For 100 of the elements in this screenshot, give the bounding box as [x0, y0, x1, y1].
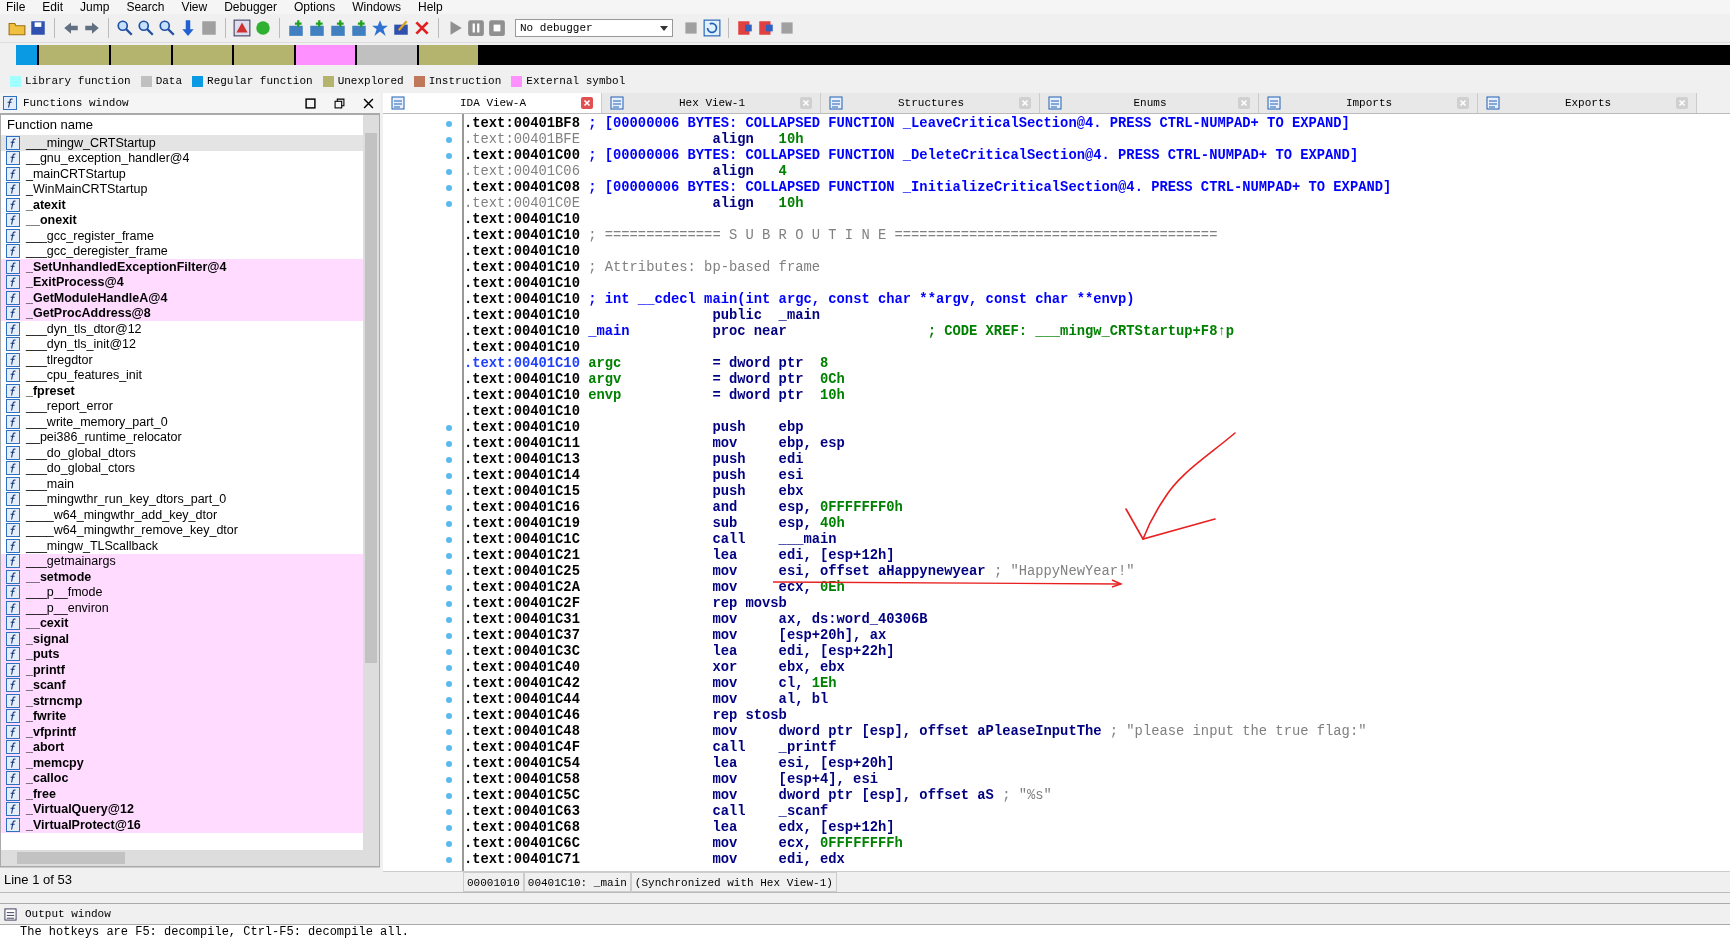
stop-icon[interactable] [488, 19, 506, 37]
function-icon [6, 740, 20, 755]
view-tab[interactable]: Hex View-1 [602, 93, 821, 113]
function-row[interactable]: _free [1, 786, 363, 802]
mnemonic-text: push [712, 484, 747, 500]
function-icon [6, 662, 20, 677]
operand-text: al, bl [778, 692, 829, 708]
function-row[interactable]: ___tlregdtor [1, 352, 363, 368]
function-row[interactable]: ___dyn_tls_dtor@12 [1, 321, 363, 337]
function-row[interactable]: _mainCRTStartup [1, 166, 363, 182]
function-row[interactable]: __pei386_runtime_relocator [1, 429, 363, 445]
plus-icon[interactable] [350, 19, 368, 37]
circle-icon[interactable] [254, 19, 272, 37]
function-row[interactable]: _fpreset [1, 383, 363, 399]
pencil-icon[interactable] [392, 19, 410, 37]
mnemonic-text: call [712, 740, 747, 756]
address-text: .text:00401C3C [464, 644, 581, 660]
plus-icon[interactable] [287, 19, 305, 37]
save-icon[interactable] [29, 19, 47, 37]
mnemonic-text: push [712, 468, 747, 484]
function-icon [6, 523, 20, 538]
menu-item[interactable]: Jump [80, 0, 110, 14]
function-row[interactable]: ____w64_mingwthr_remove_key_dtor [1, 522, 363, 538]
view-tab[interactable]: IDA View-A [383, 93, 602, 113]
function-icon [6, 197, 20, 212]
search-icon[interactable] [158, 19, 176, 37]
function-row[interactable]: ___write_memory_part_0 [1, 414, 363, 430]
menu-item[interactable]: Debugger [224, 0, 277, 14]
restore-icon[interactable] [334, 97, 345, 109]
function-row[interactable]: ___cpu_features_init [1, 367, 363, 383]
plus-icon[interactable] [329, 19, 347, 37]
menu-item[interactable]: Edit [42, 0, 64, 14]
menu-item[interactable]: Help [417, 0, 443, 14]
function-icon [6, 306, 20, 321]
function-row[interactable]: ___p__environ [1, 600, 363, 616]
function-row[interactable]: ___gcc_deregister_frame [1, 243, 363, 259]
horizontal-scrollbar[interactable] [0, 850, 380, 867]
mnemonic-text: = dword ptr [712, 388, 804, 404]
view-tab[interactable]: Imports [1259, 93, 1478, 113]
debugger-dropdown[interactable]: No debugger [515, 19, 673, 37]
function-icon [6, 817, 20, 832]
menu-item[interactable]: File [6, 0, 26, 14]
function-row[interactable]: ___mingwthr_run_key_dtors_part_0 [1, 491, 363, 507]
search-icon[interactable] [137, 19, 155, 37]
view-tab[interactable]: Structures [821, 93, 1040, 113]
function-row[interactable]: ___mingw_CRTStartup [1, 135, 363, 151]
function-row[interactable]: __gnu_exception_handler@4 [1, 150, 363, 166]
function-icon [6, 383, 20, 398]
mnemonic-text: mov [712, 836, 739, 852]
function-row[interactable]: _vfprintf [1, 724, 363, 740]
menu-item[interactable]: View [181, 0, 208, 14]
menu-item[interactable]: Windows [352, 0, 401, 14]
address-text: .text:00401C25 [464, 564, 581, 580]
address-text: .text:00401C44 [464, 692, 581, 708]
function-row[interactable]: ___main [1, 476, 363, 492]
plus-icon[interactable] [308, 19, 326, 37]
function-row[interactable]: ___mingw_TLScallback [1, 538, 363, 554]
function-row[interactable]: ___dyn_tls_init@12 [1, 336, 363, 352]
function-icon [6, 275, 20, 290]
column-header[interactable]: Function name [1, 115, 363, 135]
function-row[interactable]: _WinMainCRTStartup [1, 181, 363, 197]
function-row[interactable]: _signal [1, 631, 363, 647]
mnemonic-text: mov [712, 692, 739, 708]
legend-label: Instruction [428, 75, 502, 87]
close-icon[interactable] [363, 97, 374, 109]
function-icon [6, 414, 20, 429]
mnemonic-text: proc near [712, 324, 787, 340]
function-row[interactable]: __setmode [1, 569, 363, 585]
function-row[interactable]: ___gcc_register_frame [1, 228, 363, 244]
function-row[interactable]: _memcpy [1, 755, 363, 771]
function-row[interactable]: ___do_global_dtors [1, 445, 363, 461]
comment-text: ; CODE XREF: ___mingw_CRTStartup+F8↑p [927, 324, 1234, 340]
operand-text: esi, [esp+20h] [778, 756, 895, 772]
star-icon[interactable] [371, 19, 389, 37]
vertical-scrollbar[interactable] [363, 115, 379, 850]
view-tab[interactable]: Enums [1040, 93, 1259, 113]
function-row[interactable]: _printf [1, 662, 363, 678]
function-row[interactable]: _strncmp [1, 693, 363, 709]
operand-text: esi [778, 468, 804, 484]
search-icon[interactable] [116, 19, 134, 37]
maximize-icon[interactable] [305, 97, 316, 109]
function-row[interactable]: ___getmainargs [1, 553, 363, 569]
function-row[interactable]: ___report_error [1, 398, 363, 414]
mnemonic-text: mov [712, 628, 739, 644]
function-row[interactable]: _GetModuleHandleA@4 [1, 290, 363, 306]
function-row[interactable]: _atexit [1, 197, 363, 213]
function-icon [6, 151, 20, 166]
document-icon [1267, 96, 1281, 110]
view-tab[interactable]: Exports [1478, 93, 1697, 113]
menu-item[interactable]: Search [126, 0, 165, 14]
function-row[interactable]: __onexit [1, 212, 363, 228]
function-row[interactable]: ___do_global_ctors [1, 460, 363, 476]
address-text: .text:00401C42 [464, 676, 581, 692]
status-field: 00001010 [463, 872, 524, 892]
function-row[interactable]: _VirtualProtect@16 [1, 817, 363, 833]
function-row[interactable]: _SetUnhandledExceptionFilter@4 [1, 259, 363, 275]
pause-icon[interactable] [467, 19, 485, 37]
refresh-icon[interactable] [703, 19, 721, 37]
function-row[interactable]: ____w64_mingwthr_add_key_dtor [1, 507, 363, 523]
menu-item[interactable]: Options [293, 0, 336, 14]
